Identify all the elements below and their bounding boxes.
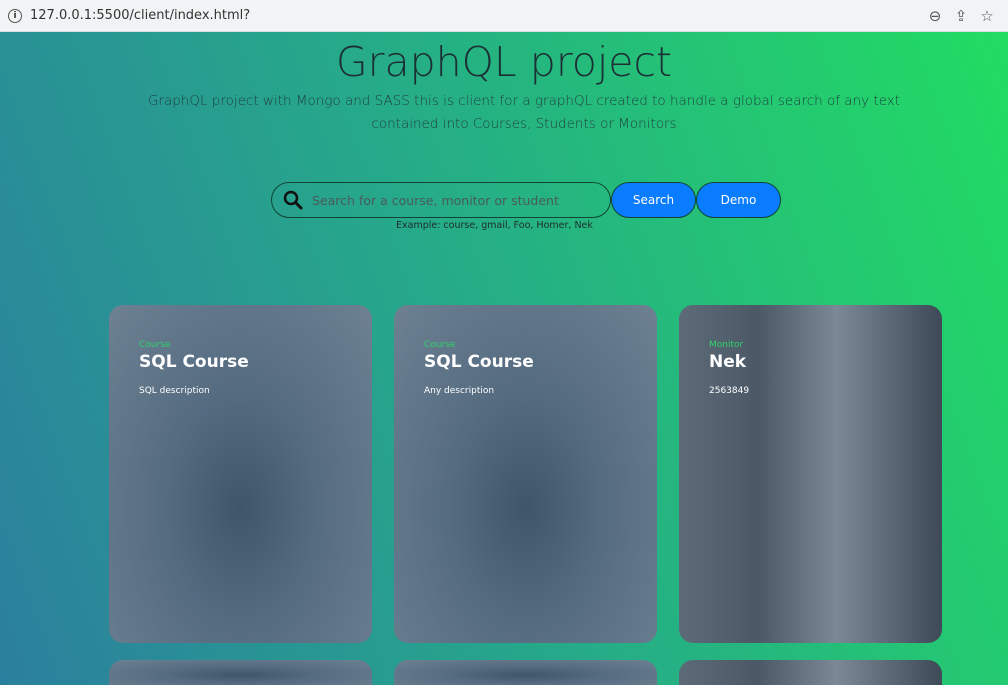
search-input[interactable] [312,192,592,208]
card-description: SQL description [139,386,210,396]
url-text[interactable]: 127.0.0.1:5500/client/index.html? [30,8,922,23]
page: GraphQL project GraphQL project with Mon… [0,32,1008,685]
card-title: SQL Course [424,352,534,372]
card-type: Course [139,340,171,350]
card-title: Nek [709,352,747,372]
search-button[interactable]: Search [611,182,696,218]
address-bar[interactable]: i 127.0.0.1:5500/client/index.html? ⊖ ⇪ … [0,0,1008,32]
card-type: Monitor [709,340,744,350]
result-card[interactable]: Course SQL Course SQL description [109,305,372,643]
result-card-partial[interactable] [394,660,657,685]
demo-button[interactable]: Demo [696,182,781,218]
search-example: Example: course, gmail, Foo, Homer, Nek [396,220,593,231]
card-description: 2563849 [709,386,750,396]
page-title: GraphQL project [335,38,673,86]
info-icon[interactable]: i [8,8,22,23]
result-card-partial[interactable] [109,660,372,685]
card-title: SQL Course [139,352,249,372]
star-icon[interactable]: ☆ [974,7,1000,25]
share-icon[interactable]: ⇪ [948,7,974,25]
page-subtitle: GraphQL project with Mongo and SASS this… [147,93,901,132]
result-card-partial[interactable] [679,660,942,685]
card-type: Course [424,340,456,350]
card-description: Any description [424,386,495,396]
result-card[interactable]: Course SQL Course Any description [394,305,657,643]
search-box[interactable] [271,182,611,218]
zoom-icon[interactable]: ⊖ [922,7,948,25]
result-card[interactable]: Monitor Nek 2563849 [679,305,942,643]
search-icon [283,190,303,210]
